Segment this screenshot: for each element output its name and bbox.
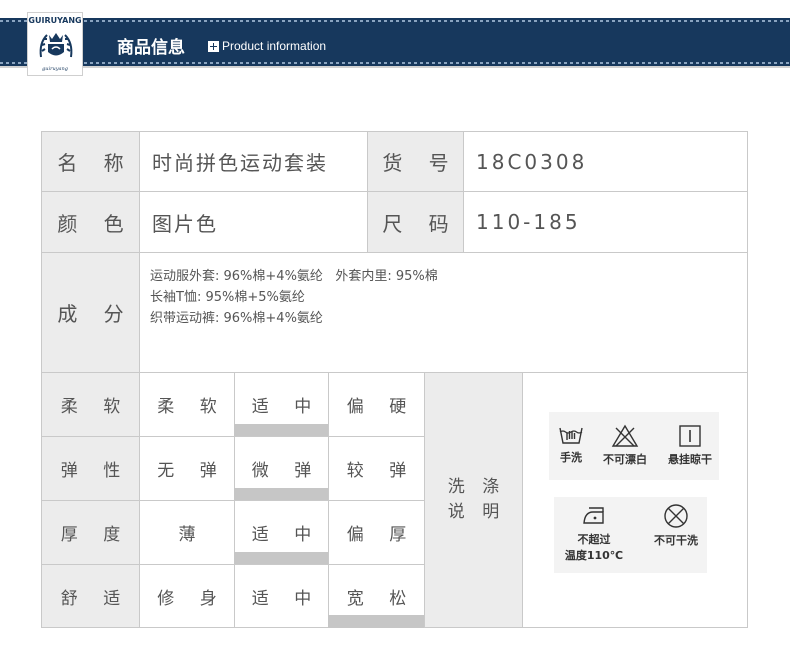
crest-icon	[39, 33, 73, 58]
composition-line: 织带运动裤: 96%棉+4%氨纶	[150, 311, 323, 326]
header-dotted-line-bottom	[0, 62, 790, 64]
header-underline	[0, 66, 790, 68]
comfort-option-selected: 宽 松	[328, 564, 425, 628]
no-dry-clean: 不可干洗	[646, 503, 706, 548]
thickness-option: 偏 厚	[328, 500, 425, 565]
comfort-option-text: 宽 松	[346, 588, 417, 609]
thickness-option-text: 适 中	[251, 525, 322, 545]
hang-dry-icon	[679, 425, 701, 447]
size-value: 110-185	[463, 191, 748, 253]
color-label: 颜 色	[41, 191, 140, 253]
iron-label-line: 温度110℃	[564, 549, 624, 562]
elasticity-label: 弹 性	[41, 436, 140, 501]
brand-logo-tagline: guiruyang	[42, 66, 68, 72]
care-box-bottom: 不超过 温度110℃ 不可干洗	[554, 497, 707, 573]
selection-bar	[328, 615, 425, 628]
iron: 不超过 温度110℃	[554, 505, 634, 563]
sku-label: 货 号	[367, 131, 464, 192]
name-label: 名 称	[41, 131, 140, 192]
iron-label-line: 不超过	[577, 533, 611, 546]
thickness-label: 厚 度	[41, 500, 140, 565]
comfort-option: 修 身	[139, 564, 235, 628]
plus-icon	[208, 40, 219, 52]
brand-logo-text: GUIRUYANG	[28, 16, 82, 25]
header-dotted-line-top	[0, 20, 790, 22]
thickness-option-selected: 适 中	[234, 500, 329, 565]
no-bleach: 不可漂白	[597, 424, 653, 467]
comfort-option: 适 中	[234, 564, 329, 628]
section-title-en: Product information	[208, 39, 326, 53]
softness-option: 柔 软	[139, 372, 235, 437]
color-value: 图片色	[139, 191, 368, 253]
hang-dry-label: 悬挂晾干	[668, 453, 712, 466]
softness-option: 偏 硬	[328, 372, 425, 437]
brand-logo: GUIRUYANG guiruyang	[27, 12, 83, 76]
no-dry-clean-label: 不可干洗	[654, 534, 698, 547]
composition-line: 运动服外套: 96%棉+4%氨纶 外套内里: 95%棉	[150, 269, 438, 284]
composition-value: 运动服外套: 96%棉+4%氨纶 外套内里: 95%棉 长袖T恤: 95%棉+5…	[139, 252, 748, 373]
no-dry-clean-icon	[664, 504, 688, 528]
thickness-option: 薄	[139, 500, 235, 565]
comfort-label: 舒 适	[41, 564, 140, 628]
name-value: 时尚拼色运动套装	[139, 131, 368, 192]
no-bleach-label: 不可漂白	[603, 453, 647, 466]
sku-value: 18C0308	[463, 131, 748, 192]
hang-dry: 悬挂晾干	[661, 424, 719, 467]
composition-label: 成 分	[41, 252, 140, 373]
hand-wash: 手洗	[553, 424, 589, 465]
care-box-top: 手洗 不可漂白 悬挂晾干	[549, 412, 719, 480]
composition-line: 长袖T恤: 95%棉+5%氨纶	[150, 290, 305, 305]
size-label: 尺 码	[367, 191, 464, 253]
iron-icon	[583, 507, 604, 524]
no-bleach-icon	[611, 424, 639, 447]
elasticity-option-selected: 微 弹	[234, 436, 329, 501]
wash-label-line: 说 明	[447, 502, 506, 522]
softness-label: 柔 软	[41, 372, 140, 437]
softness-option-text: 适 中	[251, 397, 322, 417]
wash-instructions-label: 洗 涤 说 明	[424, 372, 523, 628]
elasticity-option-text: 微 弹	[251, 461, 322, 481]
section-title-en-text: Product information	[222, 39, 327, 53]
elasticity-option: 无 弹	[139, 436, 235, 501]
elasticity-option: 较 弹	[328, 436, 425, 501]
hand-wash-label: 手洗	[560, 451, 582, 464]
hand-wash-icon	[559, 427, 583, 444]
section-title-cn: 商品信息	[117, 38, 185, 58]
softness-option-selected: 适 中	[234, 372, 329, 437]
wash-label-line: 洗 涤	[447, 477, 506, 497]
